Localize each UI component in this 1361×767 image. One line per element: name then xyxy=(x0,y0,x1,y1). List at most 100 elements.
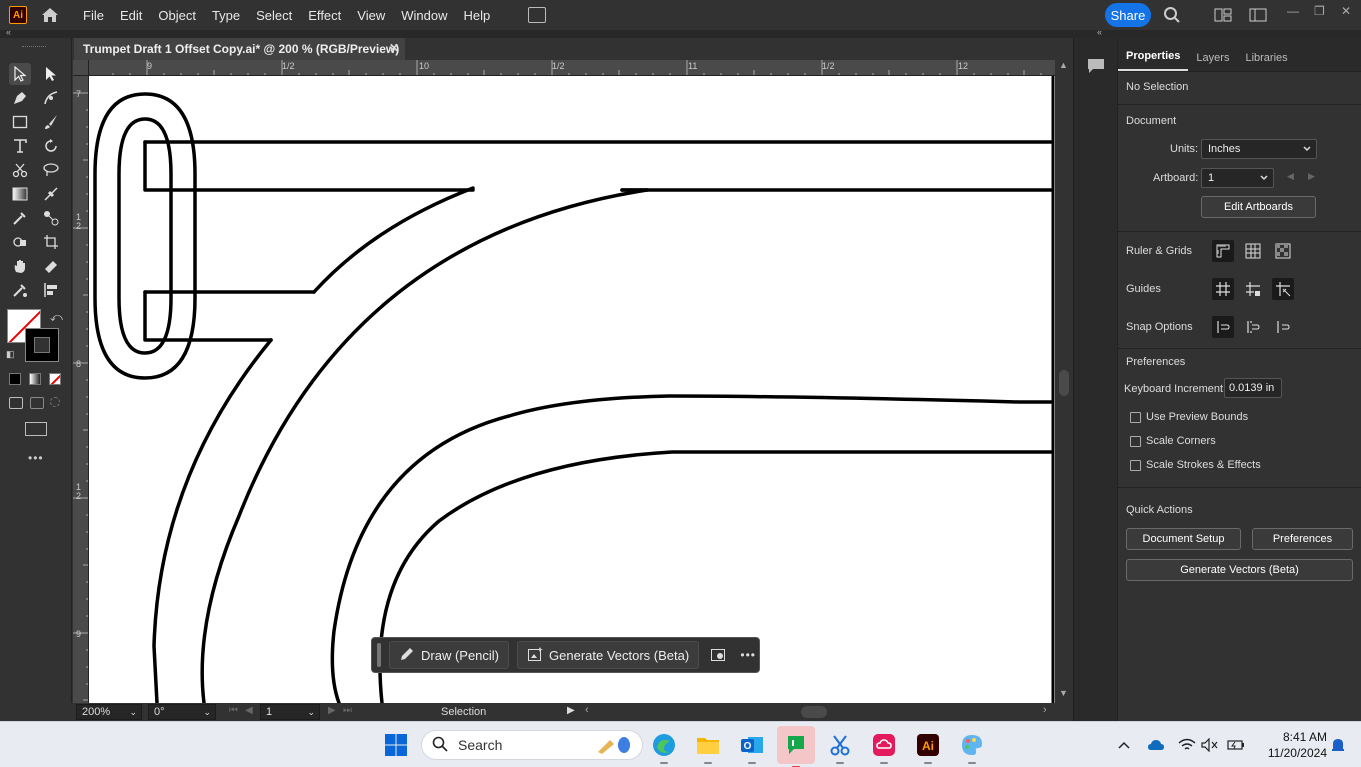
default-colors-icon[interactable]: ◧ xyxy=(6,349,15,360)
type-tool-icon[interactable] xyxy=(9,135,31,157)
draw-behind-icon[interactable] xyxy=(30,397,44,409)
menu-edit[interactable]: Edit xyxy=(112,8,150,23)
next-artboard-icon[interactable]: ▶ xyxy=(1308,171,1315,182)
panel-layout-icon[interactable] xyxy=(1249,8,1267,25)
close-tab-icon[interactable]: ✕ xyxy=(389,41,399,55)
screen-mode-icon[interactable] xyxy=(25,422,47,436)
direct-selection-tool-icon[interactable] xyxy=(40,63,62,85)
notification-bell-icon[interactable] xyxy=(1329,736,1347,754)
status-menu-icon[interactable]: ▶ xyxy=(567,705,575,716)
document-setup-button[interactable]: Document Setup xyxy=(1126,528,1241,550)
menu-view[interactable]: View xyxy=(349,8,393,23)
restore-icon[interactable]: ❐ xyxy=(1314,4,1325,18)
snap-to-glyph-icon[interactable] xyxy=(1272,316,1294,338)
close-icon[interactable]: ✕ xyxy=(1341,4,1351,18)
windows-start-icon[interactable] xyxy=(381,730,411,760)
units-select[interactable]: Inches xyxy=(1201,139,1317,159)
more-options-icon[interactable]: ••• xyxy=(739,646,757,664)
snap-to-point-icon[interactable] xyxy=(1212,316,1234,338)
eraser-tool-icon[interactable] xyxy=(40,255,62,277)
curvature-tool-icon[interactable] xyxy=(40,87,62,109)
scale-strokes-checkbox[interactable]: Scale Strokes & Effects xyxy=(1130,459,1261,471)
menu-select[interactable]: Select xyxy=(248,8,300,23)
draw-normal-icon[interactable] xyxy=(9,397,23,409)
illustrator-taskbar-icon[interactable]: Ai xyxy=(913,730,943,764)
canvas[interactable] xyxy=(89,76,1055,703)
align-tool-icon[interactable] xyxy=(40,279,62,301)
snipping-tool-icon[interactable] xyxy=(825,730,855,764)
ruler-icon[interactable] xyxy=(1212,240,1234,262)
home-icon[interactable] xyxy=(39,4,61,26)
stroke-swatch[interactable] xyxy=(25,328,59,362)
color-sampler-icon[interactable] xyxy=(9,279,31,301)
menu-type[interactable]: Type xyxy=(204,8,248,23)
none-mode-icon[interactable] xyxy=(49,373,61,385)
paint-app-icon[interactable] xyxy=(957,730,987,764)
vertical-ruler[interactable]: 7 1 2 8 1 2 9 xyxy=(73,76,89,703)
rectangle-tool-icon[interactable] xyxy=(9,111,31,133)
scale-corners-checkbox[interactable]: Scale Corners xyxy=(1130,435,1216,447)
color-mode-icon[interactable] xyxy=(9,373,21,385)
horizontal-ruler[interactable]: 9 1/2 10 1/2 11 1/2 12 xyxy=(89,60,1055,76)
menu-object[interactable]: Object xyxy=(150,8,204,23)
vertical-scroll-thumb[interactable] xyxy=(1059,370,1069,396)
blend-tool-icon[interactable] xyxy=(40,207,62,229)
search-icon[interactable] xyxy=(1163,6,1181,27)
last-artboard-icon[interactable]: ⏭ xyxy=(343,705,352,716)
artboard-tool-icon[interactable] xyxy=(40,231,62,253)
ruler-origin[interactable] xyxy=(73,60,89,76)
pen-tool-icon[interactable] xyxy=(9,87,31,109)
taskbar-search[interactable]: Search xyxy=(421,730,643,760)
vertical-scrollbar[interactable]: ▲ ▼ xyxy=(1055,60,1073,703)
chevron-up-icon[interactable] xyxy=(1115,736,1133,754)
creative-cloud-icon[interactable] xyxy=(869,730,899,764)
selection-tool-icon[interactable] xyxy=(9,63,31,85)
draw-pencil-button[interactable]: Draw (Pencil) xyxy=(389,641,510,669)
collapse-panels-icon[interactable]: « xyxy=(1097,27,1102,37)
collapse-tools-icon[interactable]: « xyxy=(6,27,11,37)
arrange-documents-icon[interactable] xyxy=(528,7,547,23)
scroll-left-icon[interactable]: ‹ xyxy=(585,704,589,716)
shape-builder-tool-icon[interactable] xyxy=(9,231,31,253)
chat-app-icon[interactable] xyxy=(777,726,815,767)
scroll-right-icon[interactable]: › xyxy=(1043,704,1047,716)
lasso-tool-icon[interactable] xyxy=(40,159,62,181)
rotation-select[interactable]: 0° ⌄ xyxy=(148,704,216,720)
menu-file[interactable]: File xyxy=(75,8,112,23)
menu-help[interactable]: Help xyxy=(455,8,498,23)
generate-vectors-panel-button[interactable]: Generate Vectors (Beta) xyxy=(1126,559,1353,581)
menu-window[interactable]: Window xyxy=(393,8,455,23)
generate-vectors-button[interactable]: Generate Vectors (Beta) xyxy=(517,641,700,669)
grid-icon[interactable] xyxy=(1242,240,1264,262)
snap-to-pixel-icon[interactable] xyxy=(1242,316,1264,338)
eyedropper-tool-icon[interactable] xyxy=(9,207,31,229)
volume-muted-icon[interactable] xyxy=(1201,736,1219,754)
preferences-button[interactable]: Preferences xyxy=(1252,528,1353,550)
swap-fill-stroke-icon[interactable]: ⤺ xyxy=(50,310,63,325)
onedrive-icon[interactable] xyxy=(1147,736,1165,754)
tab-libraries[interactable]: Libraries xyxy=(1237,52,1295,71)
tab-properties[interactable]: Properties xyxy=(1118,50,1189,71)
horizontal-scroll-thumb[interactable] xyxy=(801,706,827,718)
artboard-select[interactable]: 1 xyxy=(1201,168,1274,188)
battery-icon[interactable] xyxy=(1227,736,1245,754)
edit-artboards-button[interactable]: Edit Artboards xyxy=(1201,196,1316,218)
gradient-mode-icon[interactable] xyxy=(29,373,41,385)
previous-artboard-icon[interactable]: ◀ xyxy=(245,705,253,716)
system-clock[interactable]: 8:41 AM 11/20/2024 xyxy=(1257,729,1327,761)
zoom-select[interactable]: 200% ⌄ xyxy=(76,704,142,720)
file-explorer-icon[interactable] xyxy=(693,730,723,764)
menu-effect[interactable]: Effect xyxy=(300,8,349,23)
wifi-icon[interactable] xyxy=(1178,736,1196,754)
comments-icon[interactable] xyxy=(1084,54,1108,78)
scroll-down-icon[interactable]: ▼ xyxy=(1059,688,1068,698)
workspace-icon[interactable] xyxy=(1214,8,1232,25)
first-artboard-icon[interactable]: ⏮ xyxy=(229,705,238,716)
artboard[interactable] xyxy=(89,76,1055,703)
place-image-icon[interactable] xyxy=(709,646,727,664)
hand-tool-icon[interactable] xyxy=(9,255,31,277)
scroll-up-icon[interactable]: ▲ xyxy=(1059,60,1068,70)
keyboard-increment-input[interactable]: 0.0139 in xyxy=(1224,378,1282,398)
draw-inside-icon[interactable] xyxy=(50,397,60,407)
tab-layers[interactable]: Layers xyxy=(1188,52,1237,71)
